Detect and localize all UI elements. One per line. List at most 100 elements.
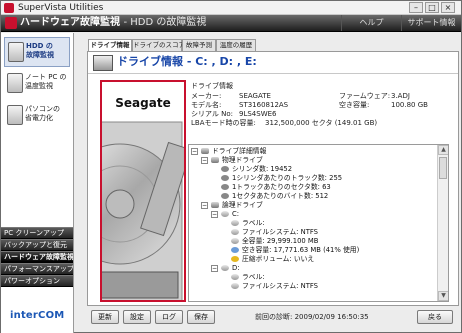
tree-node-compression[interactable]: 圧縮ボリューム: いいえ [231, 255, 314, 264]
settings-button[interactable]: 設定 [123, 310, 151, 324]
title-bar: SuperVista Utilities – □ × [1, 1, 461, 15]
drive-info-panel: ドライブ情報 - C: , D: , E: Seagate ドライブ情報 メーカ… [87, 51, 459, 306]
sidebar: HDD の 故障監視 ノート PC の 温度監視 パソコンの 省電力化 PC ク… [1, 33, 74, 333]
category-performance[interactable]: パフォーマンスアップ [1, 263, 73, 275]
back-button[interactable]: 戻る [417, 310, 453, 324]
tab-failure-prediction[interactable]: 故障予測 [182, 39, 216, 51]
tree-scrollbar[interactable]: ▲ ▼ [437, 145, 448, 301]
tab-drive-score[interactable]: ドライブのスコア [132, 39, 185, 51]
tree-node-label[interactable]: ラベル: [231, 219, 265, 228]
sidebar-item-label: ノート PC の 温度監視 [25, 73, 67, 90]
monitor-icon [7, 105, 23, 125]
sidebar-item-label: HDD の 故障監視 [26, 42, 54, 59]
log-button[interactable]: ログ [155, 310, 183, 324]
tree-node-logical-drive[interactable]: − 論理ドライブ [201, 201, 263, 210]
collapse-toggle[interactable]: − [211, 210, 218, 218]
partition-icon [221, 211, 229, 217]
sidebar-item-hdd-monitor[interactable]: HDD の 故障監視 [4, 37, 70, 67]
partition-icon [231, 238, 239, 244]
hdd-icon [8, 42, 24, 62]
tree-node-cylinders[interactable]: シリンダ数: 19452 [221, 165, 292, 174]
close-button[interactable]: × [441, 2, 455, 13]
minimize-button[interactable]: – [409, 2, 423, 13]
company-logo: interCOM [10, 310, 65, 321]
tree-node-details[interactable]: − ドライブ詳細情報 [191, 147, 266, 156]
sidebar-item-power-saving[interactable]: パソコンの 省電力化 [4, 101, 70, 131]
hdd-icon [211, 202, 219, 208]
hardware-monitor-icon [5, 17, 17, 29]
drive-brand-image: Seagate [100, 80, 186, 302]
last-diagnosis: 前回の診断: 2009/02/09 16:50:35 [255, 313, 369, 322]
gear-icon [221, 193, 229, 199]
collapse-toggle[interactable]: − [201, 156, 208, 164]
tab-temperature-history[interactable]: 温度の履歴 [216, 39, 256, 51]
hdd-illustration [102, 121, 184, 300]
partition-icon [231, 283, 239, 289]
last-diagnosis-label: 前回の診断: [255, 313, 293, 321]
warning-icon [231, 256, 239, 262]
tree-node-bytes[interactable]: 1セクタあたりのバイト数: 512 [221, 192, 328, 201]
gear-icon [221, 175, 229, 181]
tree-node-drive-d[interactable]: − D: [211, 264, 240, 273]
save-button[interactable]: 保存 [187, 310, 215, 324]
partition-icon [221, 265, 229, 271]
category-menu: PC クリーンアップ バックアップと復元 ハードウェア故障監視 パフォーマンスア… [1, 227, 73, 287]
partition-icon [231, 220, 239, 226]
scroll-down-arrow-icon[interactable]: ▼ [438, 291, 448, 301]
serial-value: 9LS4SWE6 [239, 110, 277, 118]
app-header: ハードウェア故障監視 - HDD の故障監視 ヘルプ サポート情報 [1, 15, 461, 32]
maximize-button[interactable]: □ [425, 2, 439, 13]
gear-icon [221, 184, 229, 190]
free-space-value: 100.80 GB [391, 101, 428, 109]
hdd-icon [211, 157, 219, 163]
gear-icon [221, 166, 229, 172]
section-heading: ドライブ情報 [191, 82, 233, 90]
panel-title: ドライブ情報 - C: , D: , E: [117, 55, 257, 68]
app-window: SuperVista Utilities – □ × ハードウェア故障監視 - … [0, 0, 462, 333]
page-title: ハードウェア故障監視 - HDD の故障監視 [20, 17, 207, 28]
lba-label: LBAモード時の容量: [191, 119, 256, 127]
category-backup-restore[interactable]: バックアップと復元 [1, 239, 73, 251]
category-hardware-monitor[interactable]: ハードウェア故障監視 [1, 251, 73, 263]
partition-icon [231, 274, 239, 280]
help-link[interactable]: ヘルプ [341, 15, 401, 31]
category-power-options[interactable]: パワーオプション [1, 275, 73, 287]
lba-value: 312,500,000 セクタ (149.01 GB) [265, 119, 378, 127]
tree-node-label[interactable]: ラベル: [231, 273, 265, 282]
category-pc-cleanup[interactable]: PC クリーンアップ [1, 227, 73, 239]
last-diagnosis-time: 2009/02/09 16:50:35 [294, 313, 369, 321]
brand-name: Seagate [115, 96, 171, 110]
tree-node-physical-drive[interactable]: − 物理ドライブ [201, 156, 263, 165]
sidebar-item-notebook-temp[interactable]: ノート PC の 温度監視 [4, 69, 70, 99]
tree-node-sectors[interactable]: 1トラックあたりのセクタ数: 63 [221, 183, 331, 192]
collapse-toggle[interactable]: − [191, 147, 198, 155]
page-subtitle: - HDD の故障監視 [123, 17, 207, 28]
tree-node-filesystem[interactable]: ファイルシステム: NTFS [231, 228, 318, 237]
collapse-toggle[interactable]: − [211, 264, 218, 272]
sidebar-item-label: パソコンの 省電力化 [25, 105, 60, 122]
tree-node-free-space[interactable]: 空き容量: 17,771.63 MB (41% 使用) [231, 246, 359, 255]
tree-node-capacity[interactable]: 全容量: 29,999.100 MB [231, 237, 318, 246]
drive-detail-tree[interactable]: − ドライブ詳細情報 − 物理ドライブ シリンダ数: 19452 1シリンダあたりの… [188, 144, 449, 302]
drive-info-section: ドライブ情報 メーカー: SEAGATE モデル名: ST3160812AS シ… [189, 80, 454, 136]
maker-value: SEAGATE [239, 92, 271, 100]
refresh-button[interactable]: 更新 [91, 310, 119, 324]
notebook-icon [7, 73, 23, 93]
support-link[interactable]: サポート情報 [401, 15, 461, 31]
app-icon [4, 3, 14, 13]
tree-node-drive-c[interactable]: − C: [211, 210, 239, 219]
partition-icon [231, 229, 239, 235]
panel-header: ドライブ情報 - C: , D: , E: [88, 52, 458, 74]
firmware-label: ファームウェア: [339, 92, 391, 100]
hdd-icon [201, 148, 209, 154]
scroll-thumb[interactable] [439, 157, 447, 179]
tree-node-filesystem[interactable]: ファイルシステム: NTFS [231, 282, 318, 291]
firmware-value: 3.ADJ [391, 92, 410, 100]
scroll-up-arrow-icon[interactable]: ▲ [438, 145, 448, 155]
free-space-label: 空き容量: [339, 101, 370, 109]
collapse-toggle[interactable]: − [201, 201, 208, 209]
window-title: SuperVista Utilities [18, 3, 104, 13]
maker-label: メーカー: [191, 92, 222, 100]
info-icon [231, 247, 239, 253]
tree-node-tracks[interactable]: 1シリンダあたりのトラック数: 255 [221, 174, 342, 183]
